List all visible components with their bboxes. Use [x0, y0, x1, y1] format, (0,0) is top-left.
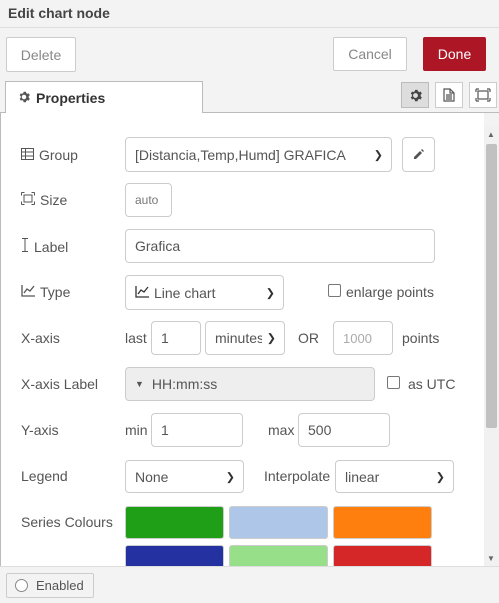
properties-panel: Group [Distancia,Temp,Humd] GRAFICA ❯ Si… — [0, 113, 484, 566]
yaxis-min-input[interactable]: 1 — [151, 413, 243, 447]
as-utc-label: as UTC — [408, 376, 456, 392]
series-colour-swatch-4[interactable] — [125, 545, 224, 566]
settings-tab-icon[interactable] — [401, 82, 429, 108]
xaxis-format-label: X-axis Label — [21, 376, 99, 392]
tab-bar: Properties — [0, 79, 499, 114]
series-colour-swatch-2[interactable] — [229, 506, 328, 539]
group-select-value: [Distancia,Temp,Humd] GRAFICA — [135, 146, 346, 163]
interpolate-label: Interpolate — [264, 468, 331, 484]
tab-properties[interactable]: Properties — [5, 81, 203, 114]
yaxis-min-label: min — [125, 422, 148, 438]
xaxis-points-placeholder: 1000 — [343, 330, 372, 346]
series-colours-label: Series Colours — [21, 514, 113, 530]
type-select[interactable]: Line chart ❯ — [125, 275, 284, 310]
interpolate-select-value: linear — [345, 468, 380, 485]
enabled-label: Enabled — [36, 578, 84, 593]
delete-button[interactable]: Delete — [6, 37, 76, 72]
scroll-down-arrow-icon[interactable]: ▼ — [487, 554, 495, 563]
xaxis-unit-value: minutes — [215, 330, 262, 346]
caret-down-icon: ▼ — [135, 379, 144, 389]
xaxis-format-value: HH:mm:ss — [151, 376, 218, 392]
vertical-scrollbar[interactable]: ▲ ▼ — [484, 126, 499, 566]
group-row-label: Group — [21, 147, 78, 163]
yaxis-label: Y-axis — [21, 422, 59, 438]
dialog-title: Edit chart node — [8, 5, 110, 21]
yaxis-max-label: max — [268, 422, 295, 438]
series-colour-swatch-5[interactable] — [229, 545, 328, 566]
cancel-button[interactable]: Cancel — [333, 37, 407, 71]
yaxis-max-input[interactable]: 500 — [298, 413, 390, 447]
chevron-down-icon: ❯ — [265, 287, 275, 299]
interpolate-select[interactable]: linear ❯ — [335, 460, 454, 493]
xaxis-last-label: last — [125, 330, 147, 346]
label-input[interactable]: Grafica — [125, 229, 435, 263]
chevron-down-icon: ❯ — [225, 471, 235, 483]
chevron-down-icon: ❯ — [266, 332, 276, 345]
series-colour-swatch-6[interactable] — [333, 545, 432, 566]
legend-select-value: None — [135, 468, 169, 485]
line-chart-icon — [21, 284, 35, 300]
gear-icon — [18, 90, 30, 106]
pencil-icon — [413, 147, 425, 163]
enlarge-points-checkbox[interactable] — [328, 284, 341, 297]
size-button[interactable]: auto — [125, 183, 172, 217]
series-colour-swatch-3[interactable] — [333, 506, 432, 539]
text-cursor-icon — [21, 238, 29, 255]
series-colour-swatch-1[interactable] — [125, 506, 224, 539]
line-chart-icon — [135, 285, 149, 301]
description-tab-icon[interactable] — [435, 82, 463, 108]
xaxis-points-input[interactable]: 1000 — [333, 321, 393, 355]
legend-label: Legend — [21, 468, 68, 484]
appearance-tab-icon[interactable] — [469, 82, 497, 108]
xaxis-format-input[interactable]: ▼ HH:mm:ss — [125, 367, 375, 401]
chevron-down-icon: ❯ — [435, 471, 445, 483]
scrollbar-thumb[interactable] — [486, 144, 497, 428]
dialog-footer: Enabled — [0, 566, 499, 603]
circle-icon — [15, 579, 28, 592]
xaxis-unit-select[interactable]: minutes ❯ — [205, 321, 285, 355]
legend-select[interactable]: None ❯ — [125, 460, 244, 493]
chevron-down-icon: ❯ — [373, 149, 383, 161]
as-utc-checkbox[interactable] — [387, 376, 400, 389]
size-row-label: Size — [21, 192, 67, 208]
tab-properties-label: Properties — [36, 89, 106, 106]
done-button[interactable]: Done — [423, 37, 486, 71]
table-icon — [21, 147, 34, 163]
type-label: Type — [40, 284, 71, 300]
xaxis-label: X-axis — [21, 330, 60, 346]
xaxis-or-label: OR — [298, 330, 319, 346]
type-select-value: Line chart — [154, 284, 216, 301]
size-label: Size — [40, 192, 68, 208]
group-select[interactable]: [Distancia,Temp,Humd] GRAFICA ❯ — [125, 137, 392, 172]
group-label: Group — [39, 147, 78, 163]
dialog-titlebar: Edit chart node — [0, 0, 499, 28]
resize-icon — [21, 192, 35, 208]
enabled-toggle[interactable]: Enabled — [6, 573, 94, 598]
edit-group-button[interactable] — [402, 137, 435, 172]
type-row-label: Type — [21, 284, 70, 300]
label-label: Label — [34, 238, 69, 255]
xaxis-last-input[interactable]: 1 — [151, 321, 201, 355]
xaxis-points-label: points — [402, 330, 440, 346]
enlarge-points-label: enlarge points — [346, 284, 434, 300]
label-row-label: Label — [21, 238, 68, 255]
scroll-up-arrow-icon[interactable]: ▲ — [487, 130, 495, 139]
